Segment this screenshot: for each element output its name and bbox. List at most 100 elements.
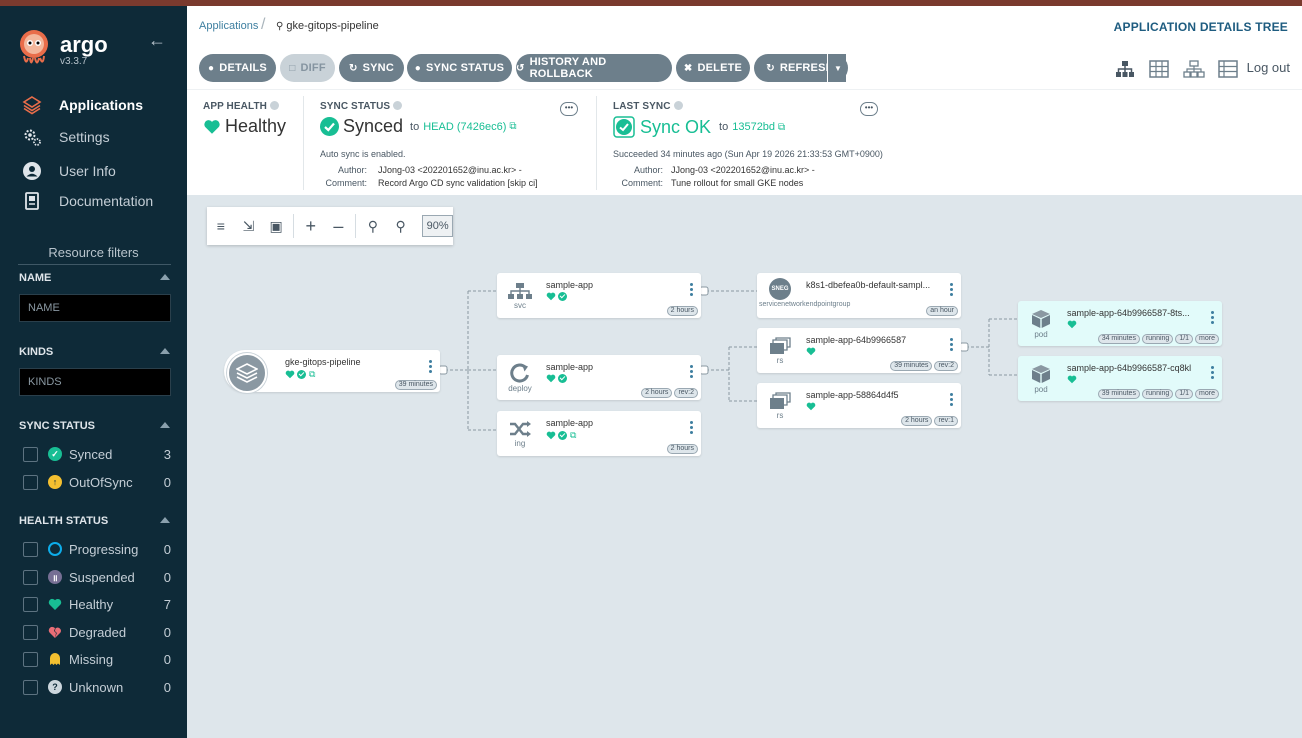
history-rollback-button[interactable]: ↺ HISTORY AND ROLLBACK — [516, 54, 672, 82]
collapse-caret-icon[interactable] — [160, 348, 170, 354]
filter-healthy[interactable]: Healthy 7 — [23, 595, 171, 613]
delete-button[interactable]: ✖ DELETE — [676, 54, 750, 82]
filter-suspended[interactable]: ॥ Suspended 0 — [23, 568, 171, 586]
name-filter-input[interactable] — [19, 294, 171, 322]
nav-settings[interactable]: Settings — [22, 127, 110, 147]
external-link-icon[interactable]: ⧉ — [509, 121, 516, 132]
tree-view-icon[interactable] — [1115, 60, 1135, 78]
pod-icon: pod — [1018, 301, 1064, 346]
node-menu-icon[interactable] — [949, 338, 953, 353]
sneg-node[interactable]: SNEG k8s1-dbefea0b-default-sampl... serv… — [757, 273, 961, 318]
node-tags: 2 hours rev:1 — [899, 416, 958, 426]
zoom-out-icon[interactable]: ⚲ — [387, 207, 415, 245]
sync-status-more-button[interactable]: ••• — [560, 102, 578, 116]
author-key: Author: — [337, 165, 367, 175]
external-link-icon[interactable]: ⧉ — [778, 122, 785, 133]
fit-screen-icon[interactable]: ▣ — [262, 207, 290, 245]
filter-degraded[interactable]: Degraded 0 — [23, 623, 171, 641]
last-sync-revision-link[interactable]: 13572bd — [732, 121, 775, 133]
node-menu-icon[interactable] — [689, 365, 693, 380]
sync-revision-link[interactable]: HEAD (7426ec6) — [423, 121, 506, 133]
more-tag[interactable]: more — [1195, 334, 1219, 344]
filter-label: Progressing — [69, 541, 139, 557]
checkbox[interactable] — [23, 541, 38, 557]
more-tag[interactable]: more — [1195, 389, 1219, 399]
nav-applications[interactable]: Applications — [22, 95, 143, 115]
sneg-icon: SNEG — [757, 273, 803, 318]
filter-progressing[interactable]: Progressing 0 — [23, 540, 171, 558]
network-view-icon[interactable] — [1183, 60, 1205, 78]
nav-user-info[interactable]: User Info — [22, 161, 116, 181]
suspended-icon: ॥ — [48, 570, 62, 584]
user-icon — [22, 161, 42, 181]
checkbox[interactable] — [23, 446, 38, 462]
heart-icon — [285, 370, 295, 379]
checkbox[interactable] — [23, 474, 38, 490]
zoom-in-icon[interactable]: ⚲ — [359, 207, 387, 245]
help-icon[interactable] — [673, 101, 683, 110]
delete-icon: ✖ — [683, 62, 693, 74]
sneg-badge: SNEG — [769, 278, 791, 300]
checkbox[interactable] — [23, 569, 38, 585]
synced-icon — [558, 431, 567, 440]
deploy-node[interactable]: deploy sample-app 2 hours rev:2 — [497, 355, 701, 400]
last-sync-more-button[interactable]: ••• — [860, 102, 878, 116]
logout-button[interactable]: Log out — [1247, 60, 1290, 75]
checkbox[interactable] — [23, 651, 38, 667]
node-menu-icon[interactable] — [949, 393, 953, 408]
node-menu-icon[interactable] — [1210, 366, 1214, 381]
pod-node[interactable]: pod sample-app-64b9966587-8ts... 34 minu… — [1018, 301, 1222, 346]
pod-node[interactable]: pod sample-app-64b9966587-cq8kl 39 minut… — [1018, 356, 1222, 401]
breadcrumb-applications[interactable]: Applications — [199, 20, 258, 32]
pods-view-icon[interactable] — [1149, 60, 1169, 78]
filter-unknown[interactable]: ? Unknown 0 — [23, 678, 171, 696]
nav-label: Documentation — [59, 193, 154, 209]
help-icon[interactable] — [393, 101, 403, 110]
rs-node[interactable]: rs sample-app-58864d4f5 2 hours rev:1 — [757, 383, 961, 428]
sync-status-button[interactable]: ● SYNC STATUS — [407, 54, 512, 82]
ing-node[interactable]: ing sample-app ⧉ 2 hours — [497, 411, 701, 456]
nav-documentation[interactable]: Documentation — [22, 191, 153, 211]
checkbox[interactable] — [23, 596, 38, 612]
app-node[interactable]: gke-gitops-pipeline ⧉ 39 minutes — [224, 350, 440, 393]
external-link-icon[interactable]: ⧉ — [570, 430, 576, 441]
sync-status-text: Synced — [343, 116, 404, 136]
compact-icon[interactable]: ⇲ — [235, 207, 263, 245]
external-link-icon[interactable]: ⧉ — [309, 369, 315, 380]
diff-button[interactable]: □ DIFF — [280, 54, 335, 82]
node-menu-icon[interactable] — [689, 421, 693, 436]
node-name: sample-app-64b9966587-8ts... — [1067, 308, 1190, 318]
filter-synced[interactable]: ✓ Synced 3 — [23, 445, 171, 463]
node-menu-icon[interactable] — [1210, 311, 1214, 326]
node-name: sample-app-58864d4f5 — [806, 390, 899, 400]
file-icon: □ — [289, 62, 296, 74]
node-menu-icon[interactable] — [949, 283, 953, 298]
node-menu-icon[interactable] — [689, 283, 693, 298]
svc-node[interactable]: svc sample-app 2 hours — [497, 273, 701, 318]
node-menu-icon[interactable] — [428, 360, 432, 375]
help-icon[interactable] — [269, 101, 279, 110]
rs-node[interactable]: rs sample-app-64b9966587 39 minutes rev:2 — [757, 328, 961, 373]
history-icon: ↺ — [516, 62, 525, 74]
align-left-icon[interactable]: ≡ — [207, 207, 235, 245]
tag: an hour — [926, 306, 958, 316]
checkbox[interactable] — [23, 679, 38, 695]
filter-out-of-sync[interactable]: ↑ OutOfSync 0 — [23, 473, 171, 491]
checkbox[interactable] — [23, 624, 38, 640]
kinds-filter-input[interactable] — [19, 368, 171, 396]
last-sync-text: Sync OK — [640, 116, 712, 137]
node-name: gke-gitops-pipeline — [285, 357, 361, 367]
plus-icon[interactable]: + — [297, 207, 325, 245]
list-view-icon[interactable] — [1218, 60, 1238, 78]
filter-count: 0 — [163, 541, 171, 557]
minus-icon[interactable]: – — [325, 207, 353, 245]
collapse-sidebar-icon[interactable]: ← — [148, 30, 166, 51]
collapse-caret-icon[interactable] — [160, 517, 170, 523]
filter-missing[interactable]: Missing 0 — [23, 650, 171, 668]
collapse-caret-icon[interactable] — [160, 274, 170, 280]
breadcrumb-current[interactable]: ⚲ gke-gitops-pipeline — [276, 20, 379, 32]
details-button[interactable]: ● DETAILS — [199, 54, 276, 82]
collapse-caret-icon[interactable] — [160, 422, 170, 428]
sync-button[interactable]: ↻ SYNC — [339, 54, 404, 82]
divider — [18, 264, 171, 265]
